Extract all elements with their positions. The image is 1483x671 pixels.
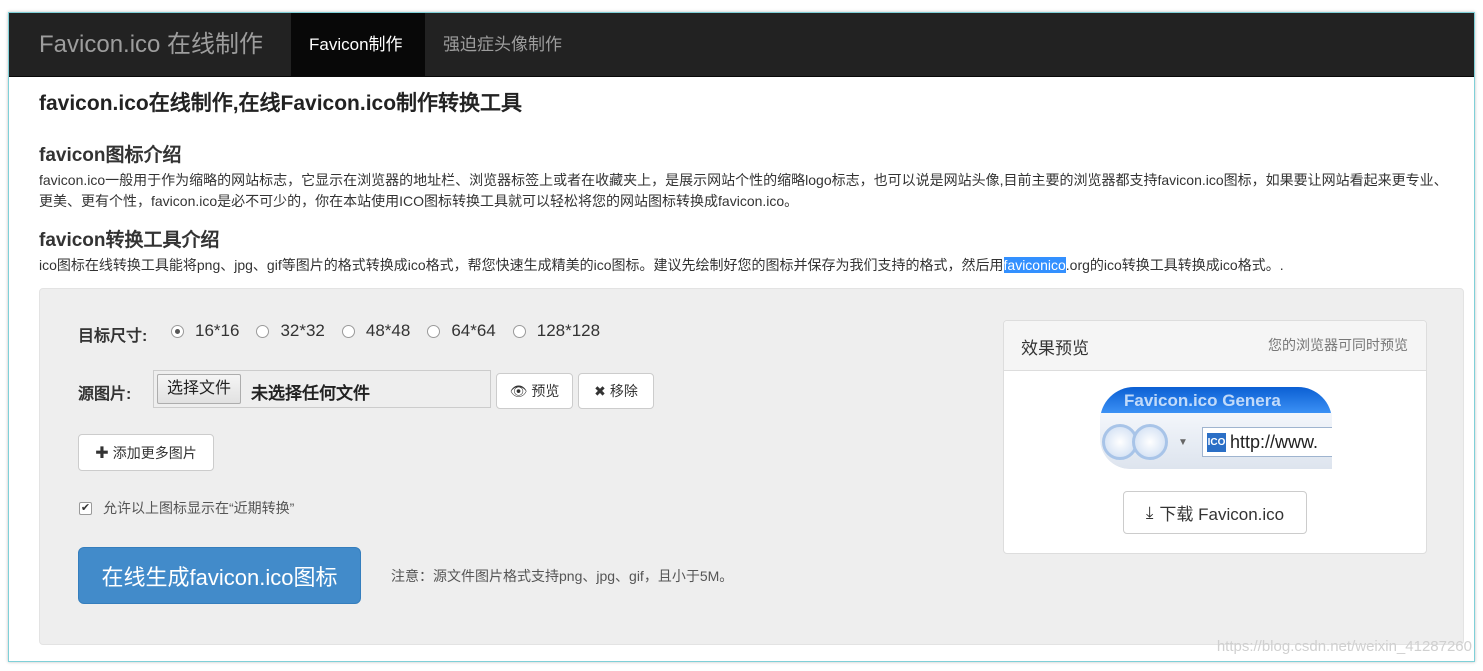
radio-icon[interactable] — [341, 324, 355, 338]
navbar: Favicon.ico 在线制作 Favicon制作 强迫症头像制作 — [9, 13, 1474, 77]
remove-button-label: 移除 — [609, 383, 638, 399]
size-option-16[interactable]: 16*16 — [171, 321, 239, 341]
preview-panel-title: 效果预览 — [1021, 339, 1089, 358]
add-more-images-button[interactable]: ✚ 添加更多图片 — [78, 434, 214, 471]
section-heading-tool: favicon转换工具介绍 — [39, 230, 220, 251]
size-option-label: 64*64 — [451, 321, 496, 340]
favicon-preview-image: Favicon.ico Genera ▼ ICO http://www. — [1100, 387, 1332, 469]
file-status: 未选择任何文件 — [251, 384, 370, 403]
allow-recent-checkbox[interactable]: ✔ — [79, 501, 92, 515]
selected-text: faviconico — [1003, 257, 1066, 273]
radio-icon[interactable] — [427, 324, 441, 338]
brand-logo[interactable]: Favicon.ico 在线制作 — [39, 29, 263, 61]
preview-panel: 效果预览 您的浏览器可同时预览 Favicon.ico Genera ▼ ICO… — [1003, 320, 1427, 554]
download-favicon-button[interactable]: ⤓ 下载 Favicon.ico — [1123, 491, 1307, 534]
add-more-label: 添加更多图片 — [112, 444, 197, 461]
section-text-tool: ico图标在线转换工具能将png、jpg、gif等图片的格式转换成ico格式，帮… — [39, 255, 1459, 276]
forward-arrow-icon — [1132, 424, 1168, 460]
download-button-label: 下载 Favicon.ico — [1159, 505, 1285, 524]
preview-panel-hint: 您的浏览器可同时预览 — [1268, 337, 1408, 353]
size-label: 目标尺寸: — [78, 328, 148, 345]
allow-recent-label: 允许以上图标显示在“近期转换” — [103, 500, 295, 516]
generate-button[interactable]: 在线生成favicon.ico图标 — [78, 547, 361, 604]
size-option-48[interactable]: 48*48 — [341, 321, 411, 341]
radio-checked-icon[interactable] — [171, 324, 184, 338]
watermark: https://blog.csdn.net/weixin_41287260 — [1216, 638, 1472, 655]
allow-recent-option[interactable]: ✔ 允许以上图标显示在“近期转换” — [79, 498, 294, 518]
section-text-intro: favicon.ico一般用于作为缩略的网站标志，它显示在浏览器的地址栏、浏览器… — [39, 172, 1448, 209]
size-option-64[interactable]: 64*64 — [427, 321, 496, 341]
preview-address-bar: ICO http://www. — [1202, 427, 1332, 457]
preview-url-text: http://www. — [1230, 432, 1319, 452]
size-option-label: 32*32 — [280, 321, 325, 340]
ico-favicon-icon: ICO — [1207, 433, 1226, 452]
choose-file-button[interactable]: 选择文件 — [157, 374, 242, 404]
size-option-label: 48*48 — [365, 321, 411, 340]
page-title: favicon.ico在线制作,在线Favicon.ico制作转换工具 — [39, 92, 523, 115]
plus-icon: ✚ — [95, 444, 109, 462]
chevron-down-icon: ▼ — [1178, 437, 1188, 448]
file-input[interactable]: 选择文件 未选择任何文件 — [153, 370, 491, 408]
download-icon: ⤓ — [1145, 502, 1154, 522]
section-text-tool-a: ico图标在线转换工具能将png、jpg、gif等图片的格式转换成ico格式，帮… — [39, 257, 1004, 273]
format-note: 注意：源文件图片格式支持png、jpg、gif，且小于5M。 — [391, 568, 734, 584]
preview-panel-header: 效果预览 您的浏览器可同时预览 — [1004, 321, 1426, 371]
section-heading-intro: favicon图标介绍 — [39, 145, 182, 166]
converter-well: 目标尺寸: 16*16 32*32 48*48 64*64 128*128 源图… — [39, 288, 1464, 645]
preview-button-label: 预览 — [531, 383, 560, 399]
size-option-label: 128*128 — [536, 321, 601, 340]
radio-icon[interactable] — [256, 324, 270, 338]
section-text-tool-b: .org的ico转换工具转换成ico格式。. — [1065, 257, 1284, 273]
size-option-label: 16*16 — [195, 321, 240, 340]
page-frame: Favicon.ico 在线制作 Favicon制作 强迫症头像制作 favic… — [8, 12, 1475, 662]
preview-button[interactable]: 👁 预览 — [496, 373, 573, 409]
size-option-32[interactable]: 32*32 — [256, 321, 325, 341]
close-icon: ✖ — [594, 382, 606, 399]
radio-icon[interactable] — [512, 324, 526, 338]
size-option-128[interactable]: 128*128 — [512, 321, 601, 341]
nav-item-avatar[interactable]: 强迫症头像制作 — [425, 13, 580, 77]
eye-icon: 👁 — [509, 382, 528, 399]
size-radio-group: 16*16 32*32 48*48 64*64 128*128 — [171, 321, 617, 341]
source-label: 源图片: — [78, 386, 132, 403]
remove-button[interactable]: ✖ 移除 — [578, 373, 654, 409]
nav-item-favicon[interactable]: Favicon制作 — [291, 13, 425, 77]
preview-title-text: Favicon.ico Genera — [1124, 391, 1281, 410]
